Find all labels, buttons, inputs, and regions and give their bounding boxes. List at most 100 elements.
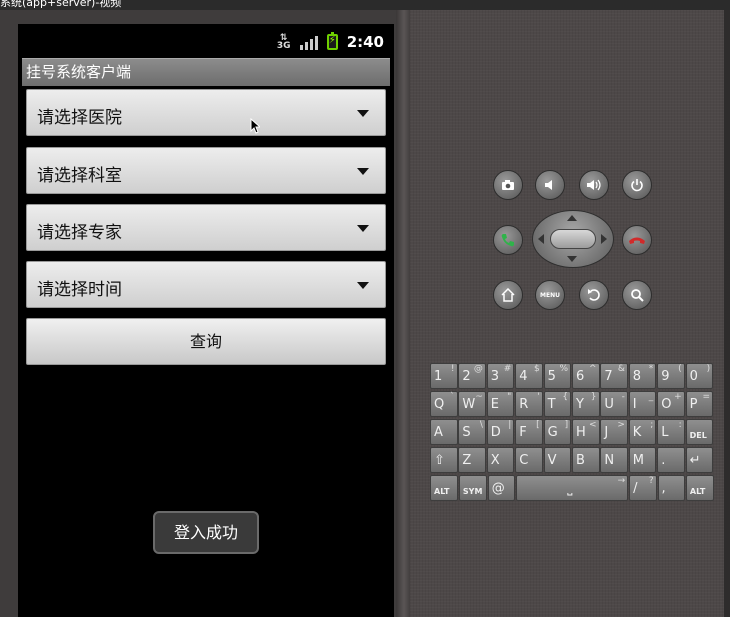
expert-spinner[interactable]: 请选择专家 xyxy=(26,204,386,251)
key-2-7[interactable]: K; xyxy=(628,419,657,445)
key-label: 7 xyxy=(604,369,613,384)
menu-label: MENU xyxy=(540,291,560,299)
key-1-3[interactable]: R ' xyxy=(515,391,543,417)
key-2-3[interactable]: F[ xyxy=(515,419,543,445)
key-label: @ xyxy=(491,481,505,496)
key-2-4[interactable]: G] xyxy=(543,419,572,445)
key-0-9[interactable]: 0) xyxy=(685,363,714,389)
key-alt-label: < xyxy=(588,420,597,430)
key-4-1[interactable]: SYM xyxy=(458,475,487,501)
key-2-9[interactable]: DEL xyxy=(685,419,714,445)
key-alt-label: ; xyxy=(650,420,654,430)
key-alt-label: - xyxy=(621,392,625,402)
key-1-7[interactable]: I _ xyxy=(628,391,657,417)
key-alt-label: ~ xyxy=(475,392,483,402)
key-2-5[interactable]: H < xyxy=(572,419,600,445)
power-icon xyxy=(631,179,643,192)
key-label: SYM xyxy=(462,487,483,496)
key-4-4[interactable]: /? xyxy=(629,475,657,501)
call-button[interactable] xyxy=(493,225,523,255)
key-alt-label: * xyxy=(648,364,654,374)
key-label: ↵ xyxy=(689,453,701,468)
key-2-8[interactable]: L: xyxy=(657,419,685,445)
key-3-1[interactable]: Z xyxy=(458,447,486,473)
key-alt-label: " xyxy=(507,392,512,402)
key-alt-label: # xyxy=(503,364,512,374)
query-button[interactable]: 查询 xyxy=(26,318,386,365)
camera-button[interactable] xyxy=(493,170,523,200)
time-spinner[interactable]: 请选择时间 xyxy=(26,261,386,308)
power-button[interactable] xyxy=(622,170,652,200)
key-3-9[interactable]: ↵ xyxy=(685,447,714,473)
key-label: 5 xyxy=(547,369,556,384)
key-3-6[interactable]: N xyxy=(600,447,628,473)
key-4-5[interactable]: , xyxy=(657,475,685,501)
mouse-cursor-icon xyxy=(250,118,260,134)
key-label: O xyxy=(661,397,672,412)
key-2-1[interactable]: S \ xyxy=(458,419,486,445)
hospital-spinner[interactable]: 请选择医院 xyxy=(26,89,386,136)
key-4-3[interactable]: ⎵ → xyxy=(516,475,629,501)
key-1-9[interactable]: P = xyxy=(685,391,714,417)
key-0-4[interactable]: 5% xyxy=(543,363,572,389)
key-1-8[interactable]: O + xyxy=(657,391,685,417)
key-label: Q xyxy=(434,397,445,412)
dpad-left-icon[interactable] xyxy=(538,234,544,244)
key-0-7[interactable]: 8 * xyxy=(628,363,657,389)
dropdown-arrow-icon xyxy=(357,282,369,289)
key-0-6[interactable]: 7 & xyxy=(600,363,628,389)
key-2-0[interactable]: A xyxy=(430,419,458,445)
key-3-7[interactable]: M xyxy=(628,447,657,473)
key-0-0[interactable]: 1! xyxy=(430,363,458,389)
key-alt-label: % xyxy=(559,364,569,374)
dpad-down-icon[interactable] xyxy=(567,256,577,262)
key-alt-label: > xyxy=(617,420,625,430)
menu-button[interactable]: MENU xyxy=(535,280,565,310)
search-icon xyxy=(631,289,644,302)
key-label: . xyxy=(661,453,666,468)
key-label: S xyxy=(462,425,471,440)
volume-down-button[interactable] xyxy=(535,170,565,200)
key-4-0[interactable]: ALT xyxy=(430,475,458,501)
key-1-6[interactable]: U- xyxy=(600,391,628,417)
key-3-0[interactable]: ⇧ xyxy=(430,447,458,473)
department-spinner[interactable]: 请选择科室 xyxy=(26,147,386,194)
key-1-1[interactable]: W ~ xyxy=(458,391,486,417)
key-label: Y xyxy=(576,397,584,412)
search-button[interactable] xyxy=(622,280,652,310)
key-1-5[interactable]: Y} xyxy=(572,391,600,417)
dpad-up-icon[interactable] xyxy=(567,215,577,221)
key-alt-label: [ xyxy=(536,420,540,430)
volume-up-button[interactable] xyxy=(579,170,609,200)
key-0-5[interactable]: 6 ^ xyxy=(572,363,600,389)
key-alt-label: ( xyxy=(678,364,682,374)
dpad-right-icon[interactable] xyxy=(601,234,607,244)
key-3-4[interactable]: V xyxy=(543,447,572,473)
key-4-6[interactable]: ALT xyxy=(685,475,714,501)
emulator-control-panel xyxy=(410,10,730,617)
key-1-0[interactable]: Q ` xyxy=(430,391,458,417)
key-3-5[interactable]: B xyxy=(572,447,600,473)
spinner-label: 请选择医院 xyxy=(37,108,122,128)
dpad-center-button[interactable] xyxy=(550,229,596,249)
key-3-3[interactable]: C xyxy=(515,447,543,473)
key-2-2[interactable]: D | xyxy=(486,419,515,445)
key-0-8[interactable]: 9( xyxy=(657,363,685,389)
back-icon xyxy=(588,289,600,301)
key-alt-label: ? xyxy=(648,476,654,486)
back-button[interactable] xyxy=(579,280,609,310)
key-0-1[interactable]: 2 @ xyxy=(458,363,486,389)
home-button[interactable] xyxy=(493,280,523,310)
key-label: J xyxy=(604,425,609,440)
key-3-2[interactable]: X xyxy=(486,447,515,473)
key-0-3[interactable]: 4 $ xyxy=(515,363,543,389)
key-1-4[interactable]: T{ xyxy=(543,391,572,417)
key-4-2[interactable]: @ xyxy=(487,475,516,501)
key-alt-label: ) xyxy=(706,364,711,374)
key-1-2[interactable]: E " xyxy=(486,391,515,417)
end-call-button[interactable] xyxy=(622,225,652,255)
spinner-label: 请选择科室 xyxy=(37,166,122,186)
key-2-6[interactable]: J > xyxy=(600,419,628,445)
key-0-2[interactable]: 3 # xyxy=(486,363,515,389)
key-3-8[interactable]: . xyxy=(657,447,685,473)
